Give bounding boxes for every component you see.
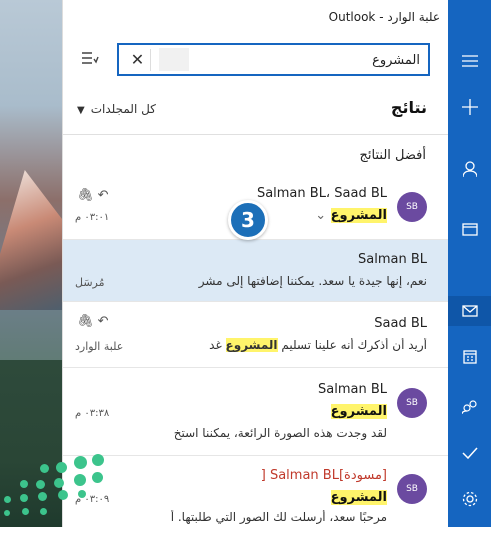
email-item-draft[interactable]: SB [مسودة]Salman BL [ المشروع مرحبًا سعد… <box>63 456 449 536</box>
subject-highlight: المشروع <box>330 404 387 419</box>
settings-gear-icon[interactable] <box>448 484 491 514</box>
email-subject: المشروع ⌄ <box>315 208 387 223</box>
people-icon[interactable] <box>448 392 491 422</box>
hamburger-icon[interactable] <box>448 46 491 76</box>
email-preview: مرحبًا سعد، أرسلت لك الصور التي طلبتها. … <box>170 510 387 524</box>
plus-icon[interactable] <box>448 92 491 122</box>
email-time: ٠٣:٣٨ م <box>75 408 110 419</box>
search-results-panel: علبة الوارد - Outlook ✕ نتائج كل المجلدا… <box>62 0 449 527</box>
reply-attachment-icons: ↶ 🖇 <box>77 188 109 203</box>
mail-icon[interactable] <box>448 296 491 326</box>
email-sender: Saad BL <box>374 316 427 331</box>
email-sender: Salman BL <box>318 382 387 397</box>
person-icon[interactable] <box>448 154 491 184</box>
search-row: ✕ <box>63 40 449 80</box>
email-folder-tag: علبة الوارد <box>75 340 124 353</box>
clear-search-icon[interactable]: ✕ <box>125 49 151 71</box>
email-preview: نعم، إنها جيدة يا سعد. يمكننا إضافتها إل… <box>198 274 427 288</box>
all-folders-dropdown[interactable]: كل المجلدات ▼ <box>77 102 156 116</box>
preview-text-end: غد <box>209 338 226 352</box>
avatar: SB <box>397 474 427 504</box>
email-preview: لقد وجدت هذه الصورة الرائعة، يمكننا استخ <box>173 426 387 440</box>
window-title: علبة الوارد - Outlook <box>328 10 440 24</box>
desktop-background-image <box>0 0 62 527</box>
divider <box>63 134 449 135</box>
reply-icon: ↶ <box>97 314 109 329</box>
avatar: SB <box>397 388 427 418</box>
search-box[interactable]: ✕ <box>117 43 430 76</box>
paperclip-icon: 🖇 <box>77 188 94 203</box>
all-folders-label: كل المجلدات <box>90 102 156 116</box>
subject-highlight: المشروع <box>330 490 387 505</box>
chevron-down-icon: ▼ <box>77 105 85 116</box>
email-item[interactable]: Saad BL أريد أن أذكرك أنه علينا تسليم ال… <box>63 302 449 368</box>
email-folder-tag: مُرسَل <box>75 276 105 289</box>
mountain-shape <box>0 170 62 310</box>
navigation-rail <box>448 0 491 527</box>
email-subject: المشروع <box>330 404 387 419</box>
decorative-dots <box>0 450 112 527</box>
email-item-selected[interactable]: Salman BL نعم، إنها جيدة يا سعد. يمكننا … <box>63 240 449 302</box>
email-time: ٠٣:٠١ م <box>75 212 110 223</box>
draft-sender: Salman BL [ <box>260 468 339 483</box>
email-preview: أريد أن أذكرك أنه علينا تسليم المشروع غد <box>147 338 427 352</box>
subject-highlight: المشروع <box>330 208 387 223</box>
email-sender: Salman BL، Saad BL <box>256 186 387 201</box>
folder-icon[interactable] <box>448 214 491 244</box>
preview-text: أريد أن أذكرك أنه علينا تسليم <box>277 338 427 352</box>
email-sender: Salman BL <box>358 252 427 267</box>
search-box-grey-area <box>159 48 189 71</box>
preview-highlight: المشروع <box>225 338 278 352</box>
paperclip-icon: 🖇 <box>77 314 94 329</box>
chevron-down-icon[interactable]: ⌄ <box>315 208 326 223</box>
email-item[interactable]: SB Salman BL المشروع لقد وجدت هذه الصورة… <box>63 368 449 456</box>
reply-attachment-icons: ↶ 🖇 <box>77 314 109 329</box>
step-number-badge: 3 <box>228 200 268 240</box>
search-input[interactable] <box>200 49 420 71</box>
calendar-icon[interactable] <box>448 342 491 372</box>
results-title: نتائج <box>390 98 427 117</box>
email-sender: [مسودة]Salman BL [ <box>261 468 387 483</box>
todo-check-icon[interactable] <box>448 438 491 468</box>
email-subject: المشروع <box>330 490 387 505</box>
reply-icon: ↶ <box>97 188 109 203</box>
best-results-heading: أفضل النتائج <box>359 148 426 163</box>
draft-label: [مسودة] <box>338 468 387 483</box>
avatar: SB <box>397 192 427 222</box>
results-header: نتائج كل المجلدات ▼ <box>63 96 449 126</box>
filter-icon[interactable] <box>81 50 99 70</box>
